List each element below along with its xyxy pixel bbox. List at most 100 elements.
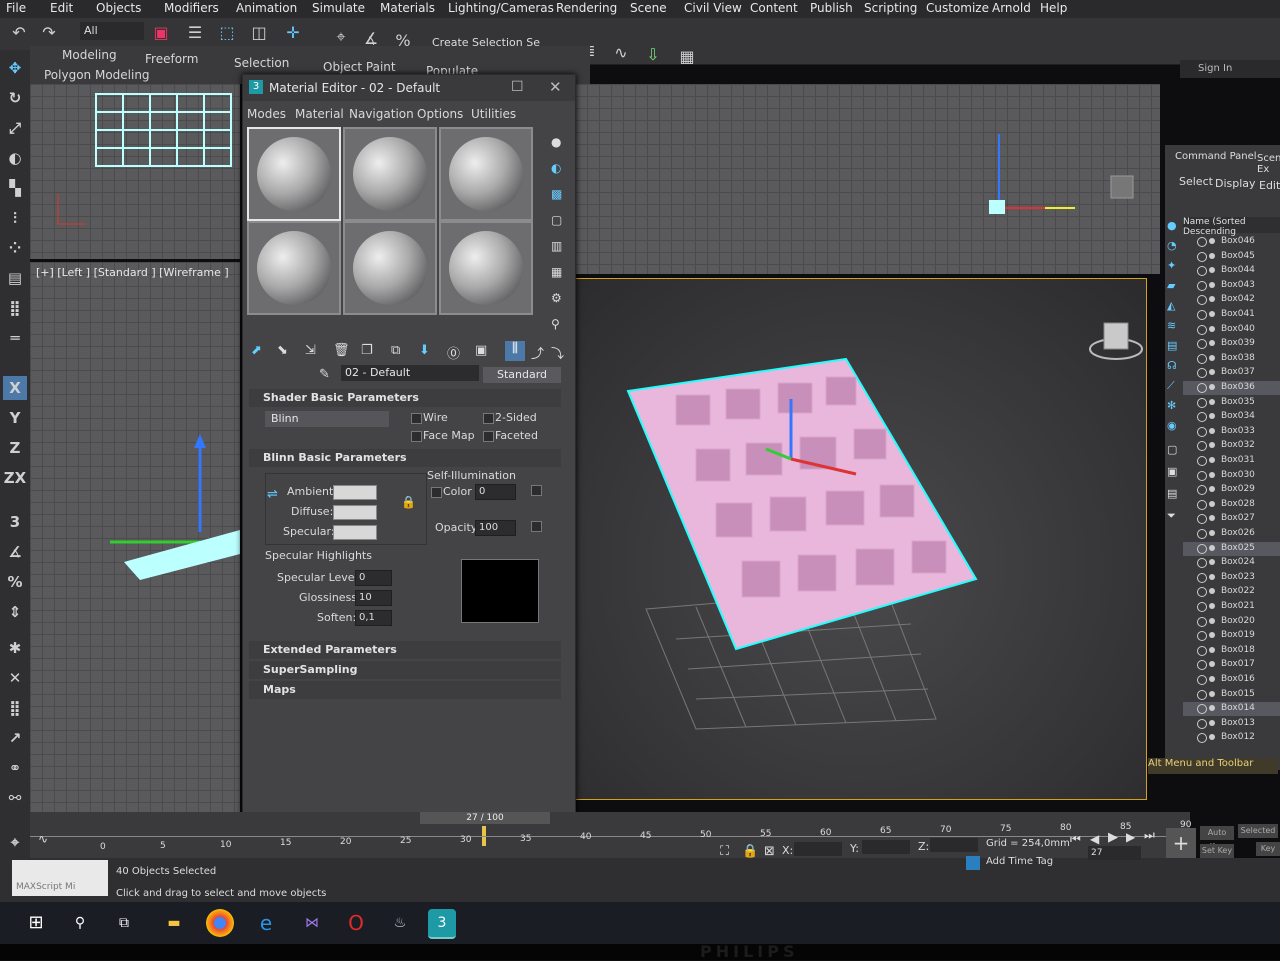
wire-checkbox[interactable] — [411, 413, 422, 424]
selection-filter-dropdown[interactable]: All — [80, 22, 144, 40]
visibility-eye-icon[interactable] — [1197, 310, 1207, 320]
selection-lock-icon[interactable]: 🔒 — [742, 844, 758, 859]
scene-object-row[interactable]: Box013 — [1183, 717, 1280, 731]
3dsmax-icon[interactable]: 3 — [428, 909, 456, 939]
maximize-icon[interactable]: ☐ — [511, 79, 524, 95]
assign-material-icon[interactable]: ⇲ — [305, 343, 316, 358]
freeze-dot-icon[interactable] — [1209, 632, 1215, 639]
menu-objects[interactable]: Objects — [96, 1, 141, 15]
freeze-dot-icon[interactable] — [1209, 281, 1215, 288]
visibility-eye-icon[interactable] — [1197, 631, 1207, 642]
face-map-checkbox[interactable] — [411, 431, 422, 442]
ribbon-tab-selection[interactable]: Selection — [234, 56, 289, 70]
specular-color-swatch[interactable] — [333, 525, 377, 540]
go-to-start-icon[interactable]: ⏮ — [1070, 832, 1081, 847]
filter-groups-icon[interactable]: ▤ — [1167, 339, 1177, 352]
key-filters-button[interactable]: Key — [1256, 842, 1280, 856]
add-time-tag-button[interactable]: Add Time Tag — [986, 856, 1053, 867]
visibility-eye-icon[interactable] — [1197, 718, 1207, 729]
menu-utilities[interactable]: Utilities — [471, 107, 516, 121]
filter-helpers-icon[interactable]: ◭ — [1167, 299, 1175, 312]
time-slider[interactable]: 27 / 100 — [420, 812, 550, 824]
go-to-end-icon[interactable]: ⏭ — [1144, 828, 1155, 843]
x-coordinate-field[interactable] — [794, 842, 842, 856]
freeze-dot-icon[interactable] — [1209, 384, 1215, 390]
ambient-color-swatch[interactable] — [333, 485, 377, 500]
scene-explorer-tab[interactable]: Scene Ex — [1257, 153, 1280, 175]
find-icon[interactable]: ▤ — [1167, 487, 1177, 500]
visibility-eye-icon[interactable] — [1197, 543, 1207, 554]
visibility-eye-icon[interactable] — [1197, 324, 1207, 335]
visibility-eye-icon[interactable] — [1197, 251, 1207, 262]
visibility-eye-icon[interactable] — [1197, 383, 1207, 393]
timeline[interactable]: 27 / 100 ∿ 0 5 10 15 20 25 30 35 40 45 50 55 60 65 70 7… — [30, 812, 1191, 858]
tab-select[interactable]: Select — [1179, 175, 1213, 188]
select-cursor-icon[interactable]: ⌖ — [3, 830, 27, 854]
schematic-view-icon[interactable]: ⇩ — [642, 44, 664, 66]
link-icon[interactable]: ⚭ — [3, 756, 27, 780]
scene-object-row[interactable]: Box042 — [1183, 293, 1280, 307]
diffuse-color-swatch[interactable] — [333, 505, 377, 520]
select-by-name-icon[interactable]: ☰ — [184, 22, 206, 44]
y-coordinate-field[interactable] — [862, 840, 910, 854]
window-crossing-icon[interactable]: ◫ — [248, 22, 270, 44]
set-key-button[interactable]: Set Key — [1200, 844, 1234, 858]
visibility-eye-icon[interactable] — [1197, 295, 1207, 306]
display-none-icon[interactable]: ▢ — [1167, 443, 1177, 456]
ruler-icon[interactable]: ═ — [3, 326, 27, 350]
put-to-library-icon[interactable]: ⬇ — [419, 343, 430, 358]
percent-snap-icon[interactable]: % — [3, 570, 27, 594]
scene-object-row[interactable]: Box037 — [1183, 366, 1280, 380]
visibility-eye-icon[interactable] — [1197, 572, 1207, 583]
scene-object-row[interactable]: Box035 — [1183, 396, 1280, 410]
freeze-dot-icon[interactable] — [1209, 442, 1215, 449]
freeze-dot-icon[interactable] — [1209, 354, 1215, 361]
select-object-icon[interactable]: ▣ — [150, 22, 172, 44]
auto-key-button[interactable]: Auto Key — [1200, 826, 1234, 851]
uv-tiling-icon[interactable]: ▢ — [551, 213, 562, 227]
freeze-dot-icon[interactable] — [1209, 369, 1215, 376]
scene-object-row[interactable]: Box045 — [1183, 250, 1280, 264]
undo-icon[interactable]: ↶ — [8, 22, 30, 44]
ribbon-tab-freeform[interactable]: Freeform — [145, 52, 198, 66]
freeze-dot-icon[interactable] — [1209, 515, 1215, 522]
set-key-icon[interactable]: + — [1166, 828, 1196, 858]
material-type-button[interactable]: Standard — [483, 367, 561, 383]
constraint-zx[interactable]: ZX — [3, 466, 27, 490]
menu-simulate[interactable]: Simulate — [312, 1, 365, 15]
rollout-supersampling[interactable]: SuperSampling — [249, 661, 561, 679]
visibility-eye-icon[interactable] — [1197, 616, 1207, 627]
freeze-dot-icon[interactable] — [1209, 471, 1215, 478]
visibility-eye-icon[interactable] — [1197, 660, 1207, 671]
visibility-eye-icon[interactable] — [1197, 645, 1207, 656]
freeze-dot-icon[interactable] — [1209, 661, 1215, 668]
redo-icon[interactable]: ↷ — [38, 22, 60, 44]
eyedropper-icon[interactable]: ✎ — [319, 367, 330, 382]
time-tag-icon[interactable] — [966, 856, 980, 870]
freeze-dot-icon[interactable] — [1209, 340, 1215, 347]
menu-material[interactable]: Material — [295, 107, 344, 121]
material-slot[interactable] — [247, 127, 341, 221]
menu-scripting[interactable]: Scripting — [864, 1, 917, 15]
opacity-map-button[interactable] — [531, 521, 542, 532]
sample-type-icon[interactable]: ● — [551, 135, 561, 149]
move-icon[interactable]: ✛ — [282, 22, 304, 44]
lock-ambient-diffuse-icon[interactable]: ⇌ — [267, 487, 278, 502]
menu-arnold[interactable]: Arnold — [992, 1, 1031, 15]
grid-icon[interactable]: ⣿ — [3, 696, 27, 720]
opera-icon[interactable]: O — [342, 909, 370, 937]
scene-object-row[interactable]: Box014 — [1183, 702, 1280, 717]
menu-materials[interactable]: Materials — [380, 1, 435, 15]
menu-scene[interactable]: Scene — [630, 1, 667, 15]
opacity-spinner[interactable]: 100 — [475, 520, 516, 536]
go-forward-icon[interactable]: ⤵ — [551, 343, 564, 362]
scene-object-row[interactable]: Box021 — [1183, 600, 1280, 614]
menu-modifiers[interactable]: Modifiers — [164, 1, 219, 15]
isolate-selection-icon[interactable]: ⛶ — [720, 844, 729, 859]
scene-object-row[interactable]: Box044 — [1183, 264, 1280, 278]
next-frame-icon[interactable]: ▶ — [1126, 830, 1135, 844]
menu-modes[interactable]: Modes — [247, 107, 286, 121]
filter-bones-icon[interactable]: ☊ — [1167, 359, 1177, 372]
freeze-dot-icon[interactable] — [1209, 427, 1215, 434]
command-panel-title[interactable]: Command Panel — [1175, 151, 1257, 162]
